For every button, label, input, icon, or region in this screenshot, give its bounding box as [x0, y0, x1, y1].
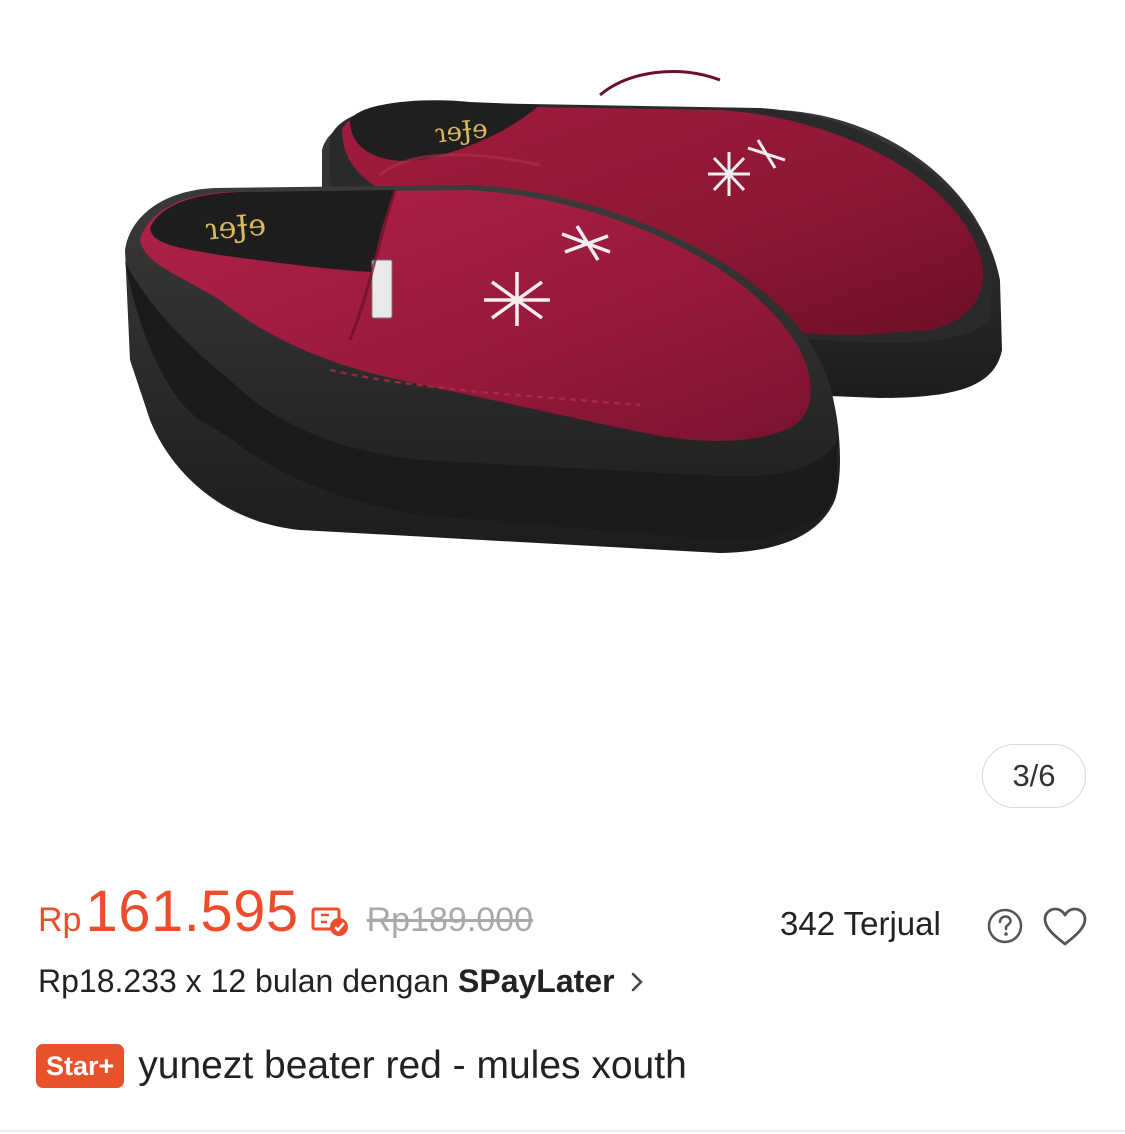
voucher-check-icon: [311, 907, 348, 936]
question-circle-icon[interactable]: [986, 907, 1024, 945]
installment-text: Rp18.233 x 12 bulan dengan: [38, 963, 450, 999]
product-title: yunezt beater red - mules xouth: [138, 1044, 687, 1087]
divider: [0, 1130, 1125, 1132]
original-price: Rp189.000: [366, 901, 533, 939]
star-plus-badge: Star+: [36, 1044, 125, 1088]
product-image-gallery[interactable]: ɿɘɈɘ ɿɘɈɘ 3/6: [0, 0, 1125, 830]
price-amount: 161.595: [85, 879, 299, 944]
installment-provider: SPayLater: [458, 963, 615, 999]
heart-icon[interactable]: [1042, 906, 1088, 948]
installment-row[interactable]: Rp18.233 x 12 bulan dengan SPayLater: [38, 963, 645, 1000]
product-title-row: Star+ yunezt beater red - mules xouth: [36, 1044, 687, 1088]
svg-text:ɿɘɈɘ: ɿɘɈɘ: [433, 114, 489, 149]
price-row: Rp 161.595 Rp189.000: [38, 878, 533, 948]
image-counter: 3/6: [982, 744, 1086, 808]
svg-text:ɿɘɈɘ: ɿɘɈɘ: [203, 208, 267, 248]
sold-count: 342 Terjual: [780, 905, 941, 942]
product-image[interactable]: ɿɘɈɘ ɿɘɈɘ: [0, 0, 1125, 830]
price-currency: Rp: [38, 901, 82, 939]
chevron-right-icon: [631, 972, 643, 991]
